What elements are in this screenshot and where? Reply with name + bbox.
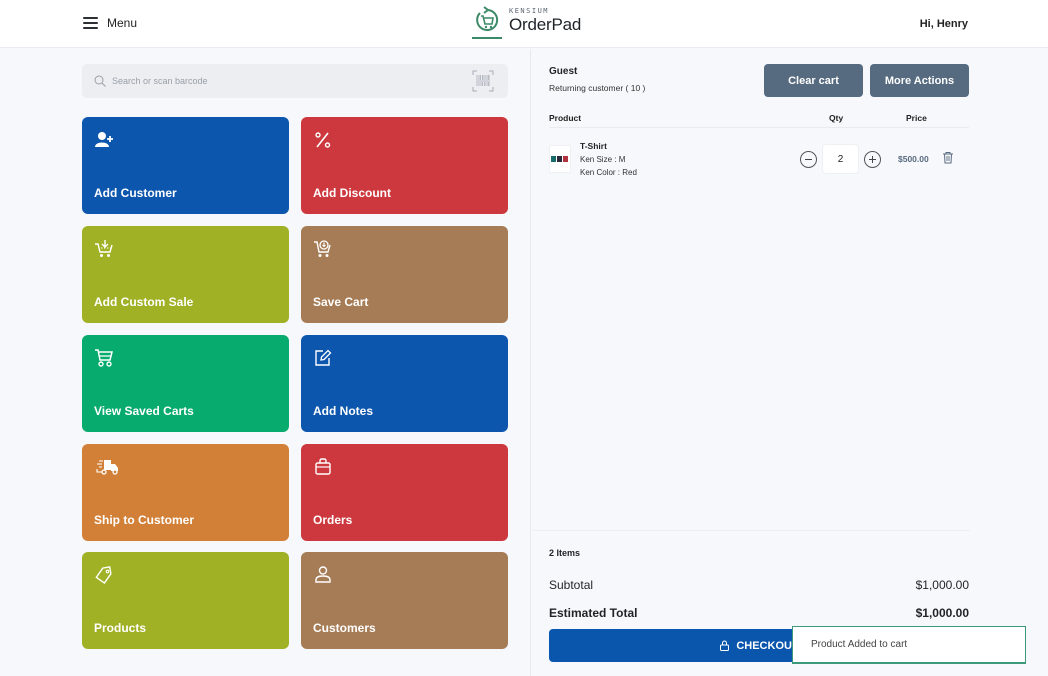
quantity-input[interactable]	[822, 144, 859, 174]
subtotal-value: $1,000.00	[915, 578, 969, 592]
edit-note-icon	[315, 349, 332, 366]
tile-products[interactable]: Products	[82, 552, 289, 649]
tshirt-image	[551, 156, 568, 162]
actions-panel: Add Customer Add Discount Add Custom Sal…	[0, 49, 531, 676]
product-name[interactable]: T-Shirt	[580, 141, 607, 151]
tile-label: Add Custom Sale	[94, 295, 194, 309]
tile-label: Ship to Customer	[94, 513, 195, 527]
column-header-qty: Qty	[829, 113, 844, 123]
item-price: $500.00	[898, 154, 929, 164]
top-header: Menu KENSIUM OrderPad Hi, Henry	[0, 0, 1048, 48]
bag-icon	[315, 458, 331, 475]
tile-label: Add Discount	[313, 186, 391, 200]
tile-add-discount[interactable]: Add Discount	[301, 117, 508, 214]
customer-subtitle: Returning customer ( 10 )	[549, 83, 646, 93]
tile-view-saved-carts[interactable]: View Saved Carts	[82, 335, 289, 432]
logo: KENSIUM OrderPad	[471, 6, 581, 40]
toast-message: Product Added to cart	[811, 639, 908, 650]
summary-divider	[532, 530, 970, 531]
customer-name[interactable]: Guest	[549, 66, 577, 77]
search-bar[interactable]	[82, 64, 508, 98]
toast-notification: Product Added to cart	[792, 626, 1026, 664]
tile-add-customer[interactable]: Add Customer	[82, 117, 289, 214]
menu-button[interactable]: Menu	[83, 16, 137, 30]
items-count: 2 Items	[549, 548, 581, 558]
user-icon	[315, 566, 331, 583]
search-icon	[94, 75, 106, 87]
search-input[interactable]	[112, 76, 452, 86]
percent-icon	[315, 132, 331, 148]
logo-brand-small: KENSIUM	[509, 7, 550, 15]
product-option-size: Ken Size : M	[580, 155, 626, 164]
tile-save-cart[interactable]: Save Cart	[301, 226, 508, 323]
lock-icon	[720, 640, 730, 651]
tile-label: Add Notes	[313, 404, 373, 418]
tag-icon	[95, 566, 112, 585]
tile-label: Customers	[313, 621, 376, 635]
truck-icon	[96, 460, 118, 475]
header-divider	[549, 127, 969, 128]
tile-customers[interactable]: Customers	[301, 552, 508, 649]
subtotal-label: Subtotal	[549, 578, 594, 592]
column-header-price: Price	[906, 113, 927, 123]
product-option-color: Ken Color : Red	[580, 168, 637, 177]
tile-add-custom-sale[interactable]: Add Custom Sale	[82, 226, 289, 323]
barcode-scan-icon[interactable]	[472, 70, 494, 92]
product-thumbnail[interactable]	[549, 145, 571, 173]
hamburger-icon	[83, 17, 98, 29]
plus-icon	[869, 156, 876, 163]
increase-qty-button[interactable]	[864, 151, 881, 168]
checkout-label: CHECKOUT	[736, 639, 799, 652]
tile-add-notes[interactable]: Add Notes	[301, 335, 508, 432]
logo-brand-name: OrderPad	[509, 15, 582, 34]
tile-label: View Saved Carts	[94, 404, 194, 418]
delete-item-icon[interactable]	[942, 151, 954, 164]
tile-ship-to-customer[interactable]: Ship to Customer	[82, 444, 289, 541]
tile-label: Save Cart	[313, 295, 369, 309]
cart-save-icon	[314, 240, 331, 257]
tile-label: Orders	[313, 513, 353, 527]
more-actions-button[interactable]: More Actions	[870, 64, 969, 97]
tile-label: Products	[94, 621, 147, 635]
tile-label: Add Customer	[94, 186, 177, 200]
menu-label: Menu	[107, 16, 138, 30]
cart-icon	[95, 349, 113, 367]
cart-add-icon	[95, 240, 113, 257]
estimated-total-value: $1,000.00	[915, 606, 969, 620]
clear-cart-button[interactable]: Clear cart	[764, 64, 863, 97]
cart-panel: Guest Returning customer ( 10 ) Clear ca…	[532, 49, 1048, 676]
tile-orders[interactable]: Orders	[301, 444, 508, 541]
user-greeting[interactable]: Hi, Henry	[920, 18, 968, 30]
column-header-product: Product	[549, 113, 582, 123]
decrease-qty-button[interactable]	[800, 151, 817, 168]
add-user-icon	[95, 132, 113, 147]
minus-icon	[805, 159, 812, 160]
estimated-total-label: Estimated Total	[549, 606, 638, 620]
logo-cart-icon	[472, 6, 502, 39]
